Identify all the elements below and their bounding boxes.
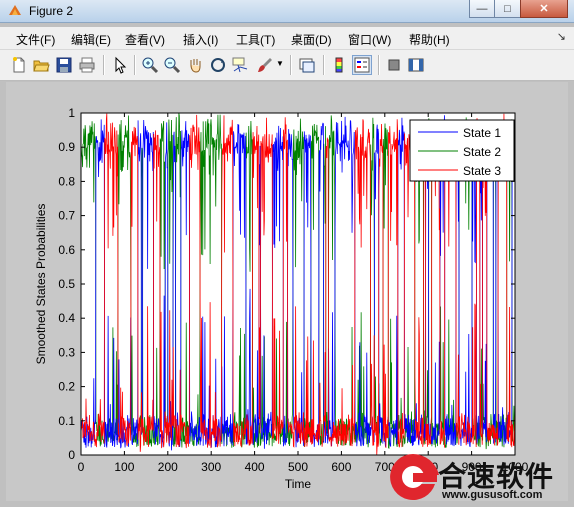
y-tick-label: 0.1 <box>58 414 75 428</box>
zoom-in-icon[interactable] <box>141 56 159 74</box>
menu-file[interactable]: 文件(F) <box>16 31 55 48</box>
menu-desktop[interactable]: 桌面(D) <box>291 31 332 48</box>
toolbar-separator <box>323 55 325 75</box>
x-tick-label: 300 <box>201 460 221 474</box>
menu-help[interactable]: 帮助(H) <box>409 31 450 48</box>
menu-edit[interactable]: 编辑(E) <box>71 31 111 48</box>
y-tick-label: 0.3 <box>58 345 75 359</box>
y-tick-label: 0.6 <box>58 243 75 257</box>
y-tick-label: 0.2 <box>58 380 75 394</box>
link-plot-icon[interactable] <box>298 56 316 74</box>
new-figure-icon[interactable] <box>10 56 28 74</box>
x-tick-label: 600 <box>331 460 351 474</box>
pan-hand-icon[interactable] <box>186 56 204 74</box>
legend-label: State 3 <box>463 164 501 178</box>
window-titlebar: Figure 2 — □ ✕ <box>0 0 574 23</box>
x-tick-label: 200 <box>158 460 178 474</box>
dock-arrow-icon[interactable]: ↘ <box>557 30 566 43</box>
rotate-3d-icon[interactable] <box>209 56 227 74</box>
data-cursor-icon[interactable] <box>231 56 249 74</box>
y-tick-label: 0.8 <box>58 174 75 188</box>
matlab-icon <box>9 5 21 15</box>
hide-plot-tools-icon[interactable] <box>385 56 403 74</box>
menu-view[interactable]: 查看(V) <box>125 31 165 48</box>
figure-toolbar: ▼ <box>0 50 574 81</box>
watermark: 合速软件 www.gususoft.com <box>378 447 574 507</box>
line-chart[interactable]: 0100200300400500600700800900100000.10.20… <box>6 82 568 501</box>
y-tick-label: 0.5 <box>58 277 75 291</box>
gususoft-logo <box>390 454 439 500</box>
save-icon[interactable] <box>55 56 73 74</box>
legend-label: State 2 <box>463 145 501 159</box>
figure-canvas[interactable]: 0100200300400500600700800900100000.10.20… <box>6 82 568 501</box>
y-tick-label: 0.9 <box>58 140 75 154</box>
y-tick-label: 0.4 <box>58 311 75 325</box>
x-tick-label: 100 <box>114 460 134 474</box>
show-plot-tools-icon[interactable] <box>407 56 425 74</box>
legend-label: State 1 <box>463 126 501 140</box>
open-file-icon[interactable] <box>32 56 50 74</box>
menu-insert[interactable]: 插入(I) <box>183 31 218 48</box>
toolbar-separator <box>378 55 380 75</box>
edit-plot-arrow-icon[interactable] <box>111 56 129 74</box>
window-title: Figure 2 <box>29 4 74 18</box>
menu-tools[interactable]: 工具(T) <box>236 31 275 48</box>
toolbar-separator <box>103 55 105 75</box>
y-tick-label: 1 <box>68 106 75 120</box>
close-button[interactable]: ✕ <box>520 0 568 18</box>
watermark-url: www.gususoft.com <box>442 489 543 501</box>
y-tick-label: 0.7 <box>58 209 75 223</box>
y-tick-label: 0 <box>68 448 75 462</box>
brush-icon[interactable] <box>256 56 274 74</box>
menu-bar: 文件(F) 编辑(E) 查看(V) 插入(I) 工具(T) 桌面(D) 窗口(W… <box>0 27 574 50</box>
x-tick-label: 0 <box>78 460 85 474</box>
brush-dropdown-icon[interactable]: ▼ <box>276 59 284 68</box>
y-axis-label: Smoothed States Probabilities <box>34 204 48 365</box>
zoom-out-icon[interactable] <box>163 56 181 74</box>
insert-legend-icon[interactable] <box>352 55 372 75</box>
print-icon[interactable] <box>78 56 96 74</box>
x-axis-label: Time <box>285 477 312 491</box>
toolbar-separator <box>134 55 136 75</box>
x-tick-label: 500 <box>288 460 308 474</box>
toolbar-separator <box>290 55 292 75</box>
minimize-button[interactable]: — <box>469 0 495 18</box>
x-tick-label: 400 <box>245 460 265 474</box>
maximize-button[interactable]: □ <box>494 0 521 18</box>
insert-colorbar-icon[interactable] <box>330 56 348 74</box>
menu-window[interactable]: 窗口(W) <box>348 31 391 48</box>
